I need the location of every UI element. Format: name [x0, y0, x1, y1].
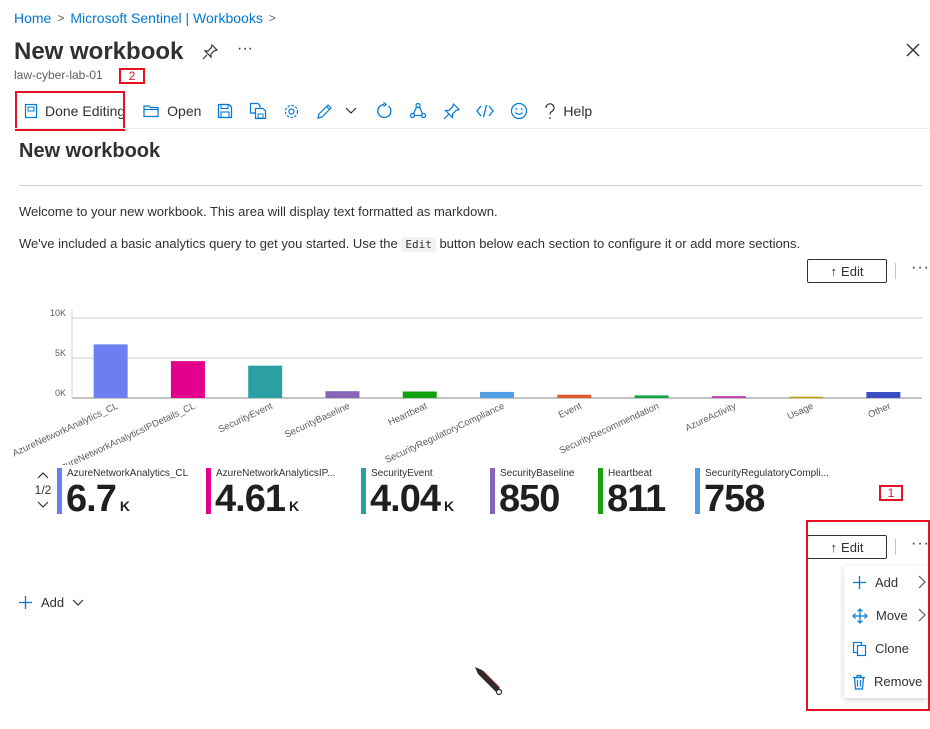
markdown-text: We've included a basic analytics query t… [19, 236, 402, 251]
help-button[interactable]: Help [536, 95, 600, 127]
edit-text-section-button[interactable]: ↑ Edit [807, 259, 887, 283]
tile-color-bar [361, 468, 366, 514]
add-label: Add [41, 595, 65, 610]
divider [895, 263, 896, 279]
tile-value: 758 [704, 478, 765, 520]
x-tick-label: Usage [786, 401, 816, 423]
folder-open-icon [143, 105, 159, 118]
chevron-right-icon: > [268, 11, 276, 25]
chart-bar[interactable] [557, 394, 592, 398]
edit-icon [317, 103, 333, 119]
share-button[interactable] [401, 95, 435, 127]
tile-color-bar [598, 468, 603, 514]
chart-bar[interactable] [402, 391, 437, 398]
tile-value: 4.61 K [215, 478, 300, 520]
x-tick-label: AzureNetworkAnalyticsIPDetails_CL [54, 401, 197, 465]
save-icon [218, 103, 233, 119]
tile-color-bar [695, 468, 700, 514]
y-tick-label: 10K [50, 308, 66, 318]
tile-color-bar [206, 468, 211, 514]
chevron-up-icon[interactable] [37, 471, 49, 479]
chart-bar[interactable] [634, 395, 669, 398]
x-tick-label: SecurityEvent [217, 401, 275, 436]
chevron-down-icon [72, 599, 84, 606]
save-as-button[interactable] [241, 95, 275, 127]
breadcrumb-home-link[interactable]: Home [14, 10, 51, 26]
help-icon [545, 102, 555, 119]
plus-icon [19, 596, 32, 609]
toolbar-divider [14, 128, 930, 129]
y-tick-label: 5K [55, 348, 66, 358]
annotation-box-context-menu [806, 520, 930, 711]
save-button[interactable] [209, 95, 241, 127]
edit-label: Edit [841, 263, 864, 279]
chart-bar[interactable] [93, 344, 128, 398]
feedback-button[interactable] [502, 95, 536, 127]
tile-value: 4.04 K [370, 478, 455, 520]
x-tick-label: Event [557, 401, 584, 421]
refresh-button[interactable] [367, 95, 401, 127]
close-icon[interactable] [906, 43, 920, 60]
pager-text: 1/2 [34, 483, 52, 497]
bar-chart: 0K5K10KAzureNetworkAnalytics_CLAzureNetw… [11, 308, 922, 465]
chevron-right-icon: > [57, 11, 65, 25]
x-tick-label: Heartbeat [387, 401, 430, 429]
chart-bar[interactable] [325, 391, 360, 398]
markdown-line-2: We've included a basic analytics query t… [19, 236, 801, 252]
more-options-icon[interactable]: ··· [911, 259, 930, 277]
tile-value: 850 [499, 478, 560, 520]
chart-bar[interactable] [170, 361, 205, 398]
tile-value: 6.7 K [66, 478, 130, 520]
workspace-name: law-cyber-lab-01 [14, 68, 103, 82]
share-icon [410, 102, 427, 119]
mouse-pointer-icon [475, 667, 503, 696]
edit-button[interactable] [308, 95, 367, 127]
page-title: New workbook [14, 38, 184, 65]
annotation-badge-2: 2 [119, 68, 145, 84]
x-tick-label: Other [866, 401, 892, 421]
chart-bar[interactable] [711, 396, 746, 398]
annotation-badge-1: 1 [879, 485, 903, 501]
markdown-intro: Welcome to your new workbook. This area … [19, 204, 498, 219]
code-icon [476, 104, 495, 118]
settings-icon [285, 104, 299, 118]
workbook-divider [19, 185, 922, 186]
save-as-icon [250, 102, 267, 120]
chart-bar[interactable] [248, 365, 283, 398]
chevron-down-icon[interactable] [37, 501, 49, 509]
x-tick-label: SecurityBaseline [283, 401, 352, 441]
x-tick-label: AzureActivity [684, 401, 739, 434]
breadcrumb: Home > Microsoft Sentinel | Workbooks > [14, 10, 276, 26]
tile-value: 811 [607, 478, 666, 520]
breadcrumb-sentinel-link[interactable]: Microsoft Sentinel | Workbooks [70, 10, 262, 26]
markdown-text: button below each section to configure i… [435, 236, 801, 251]
chevron-down-icon [345, 107, 357, 114]
add-section-button[interactable]: Add [18, 595, 84, 610]
tile-color-bar [490, 468, 495, 514]
refresh-icon [377, 102, 392, 119]
annotation-box-done-editing [15, 91, 125, 131]
chart-bar[interactable] [480, 391, 514, 398]
tiles-pager: 1/2 [33, 468, 53, 512]
chart-bar[interactable] [789, 396, 824, 399]
pin-icon [443, 102, 461, 119]
help-label: Help [563, 103, 593, 119]
settings-button[interactable] [275, 95, 308, 127]
tile-color-bar [57, 468, 62, 514]
arrow-up-icon: ↑ [830, 263, 838, 279]
pin-icon[interactable] [202, 43, 219, 63]
y-tick-label: 0K [55, 388, 66, 398]
chart-bar[interactable] [866, 392, 901, 398]
open-button[interactable]: Open [135, 95, 209, 127]
feedback-icon [511, 102, 528, 120]
code-button[interactable] [468, 95, 502, 127]
more-options-icon[interactable]: ··· [237, 40, 253, 58]
pin-button[interactable] [435, 95, 468, 127]
open-label: Open [167, 103, 202, 119]
workbook-title: New workbook [19, 140, 161, 162]
inline-code: Edit [401, 237, 436, 252]
